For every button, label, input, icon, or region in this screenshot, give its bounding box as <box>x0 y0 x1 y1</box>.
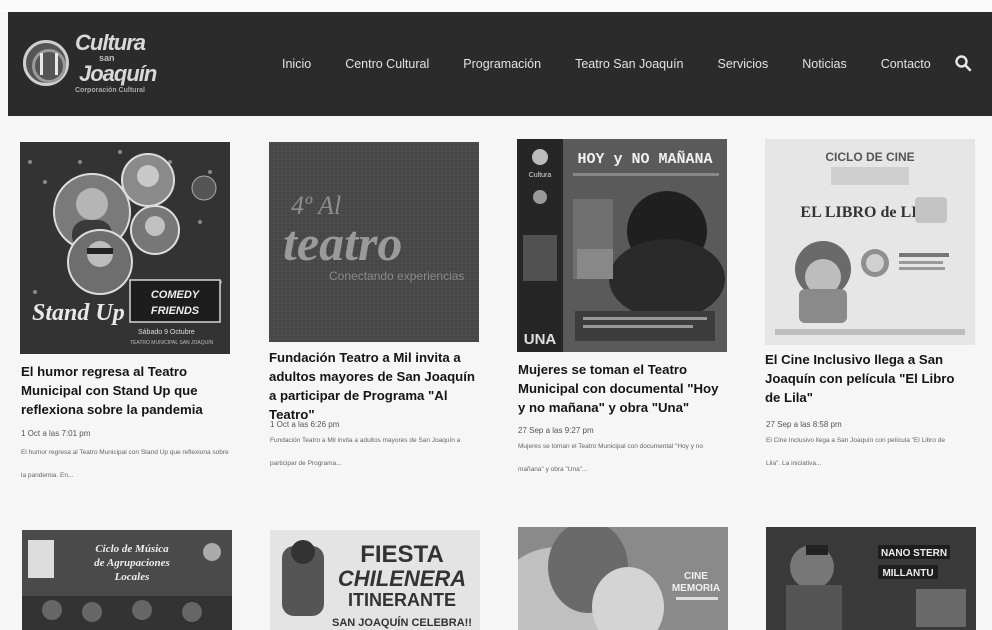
poster-text: HOY y NO MAÑANA <box>577 150 712 168</box>
svg-text:Cultura: Cultura <box>529 172 552 179</box>
post-date: 1 Oct a las 6:26 pm <box>270 420 340 429</box>
poster-text: Locales <box>114 571 150 583</box>
logo-text: Cultura san Joaquín Corporación Cultural <box>75 30 157 95</box>
logo-line: Corporación Cultural <box>75 87 146 94</box>
main-nav: Inicio Centro Cultural Programación Teat… <box>270 12 931 116</box>
post-thumbnail[interactable]: FIESTA CHILENERA ITINERANTE SAN JOAQUÍN … <box>270 530 480 630</box>
search-icon[interactable] <box>954 54 972 72</box>
post-thumbnail[interactable]: CINE MEMORIA <box>518 527 728 630</box>
post-title[interactable]: El Cine Inclusivo llega a San Joaquín co… <box>765 350 970 407</box>
poster-text: TEATRO MUNICIPAL SAN JOAQUÍN <box>130 339 214 346</box>
poster-text: CHILENERA <box>338 566 466 591</box>
post-thumbnail[interactable]: COMEDY FRIENDS Stand Up Sábado 9 Octubre… <box>20 142 230 354</box>
poster-text: UNA <box>524 331 557 348</box>
nav-item-servicios[interactable]: Servicios <box>718 57 769 71</box>
svg-text:FRIENDS: FRIENDS <box>151 305 200 317</box>
post-title[interactable]: El humor regresa al Teatro Municipal con… <box>21 362 231 419</box>
poster-text: Conectando experiencias <box>329 269 464 283</box>
post-excerpt: Mujeres se toman el Teatro Municipal con… <box>518 443 704 473</box>
poster-text: MILLANTU <box>882 568 933 579</box>
post-thumbnail[interactable]: 4º Al teatro Conectando experiencias <box>269 142 479 342</box>
poster-text: ITINERANTE <box>348 590 456 610</box>
post-title[interactable]: Fundación Teatro a Mil invita a adultos … <box>269 348 484 424</box>
svg-text:COMEDY: COMEDY <box>151 289 201 301</box>
nav-item-teatro-san-joaquin[interactable]: Teatro San Joaquín <box>575 57 683 71</box>
post-thumbnail[interactable]: CICLO DE CINE EL LIBRO de LILA <box>765 139 975 345</box>
poster-text: NANO STERN <box>881 548 947 559</box>
post-excerpt: Fundación Teatro a Mil invita a adultos … <box>270 437 461 467</box>
post-excerpt: El humor regresa al Teatro Municipal con… <box>21 449 229 479</box>
post-thumbnail[interactable]: Ciclo de Música de Agrupaciones Locales <box>22 530 232 630</box>
post-date: 1 Oct a las 7:01 pm <box>21 429 91 438</box>
poster-text: CINE <box>684 571 708 582</box>
post-title[interactable]: Mujeres se toman el Teatro Municipal con… <box>518 360 728 417</box>
post-excerpt: El Cine Inclusivo llega a San Joaquín co… <box>766 437 946 467</box>
nav-item-noticias[interactable]: Noticias <box>802 57 846 71</box>
site-logo[interactable]: Cultura san Joaquín Corporación Cultural <box>23 26 173 100</box>
post-date: 27 Sep a las 9:27 pm <box>518 426 594 435</box>
top-strip <box>0 0 992 12</box>
nav-item-centro-cultural[interactable]: Centro Cultural <box>345 57 429 71</box>
hoy-y-no-manana-poster: Cultura UNA HOY y NO MAÑANA <box>517 139 727 352</box>
musica-poster: Ciclo de Música de Agrupaciones Locales <box>22 530 232 630</box>
post-thumbnail[interactable]: Cultura UNA HOY y NO MAÑANA <box>517 139 727 352</box>
poster-text: Ciclo de Música <box>95 543 169 555</box>
nav-item-programacion[interactable]: Programación <box>463 57 541 71</box>
poster-text: de Agrupaciones <box>94 557 170 569</box>
poster-text: teatro <box>283 215 402 271</box>
poster-text: Stand Up <box>32 300 125 326</box>
poster-text: FIESTA <box>360 541 444 568</box>
logo-emblem-icon <box>23 40 69 86</box>
poster-text: MEMORIA <box>672 583 720 594</box>
post-date: 27 Sep a las 8:58 pm <box>766 420 842 429</box>
al-teatro-poster: 4º Al teatro Conectando experiencias <box>269 142 479 342</box>
poster-text: Sábado 9 Octubre <box>138 329 195 336</box>
post-thumbnail[interactable]: NANO STERN MILLANTU <box>766 527 976 630</box>
ciclo-de-cine-poster: CICLO DE CINE EL LIBRO de LILA <box>765 139 975 345</box>
nano-stern-poster: NANO STERN MILLANTU <box>766 527 976 630</box>
site-header: Cultura san Joaquín Corporación Cultural… <box>8 12 992 116</box>
logo-line: Cultura <box>75 30 146 55</box>
cine-memoria-poster: CINE MEMORIA <box>518 527 728 630</box>
standup-poster: COMEDY FRIENDS Stand Up Sábado 9 Octubre… <box>20 142 230 354</box>
nav-item-contacto[interactable]: Contacto <box>881 57 931 71</box>
logo-line: Joaquín <box>79 61 157 86</box>
poster-text: SAN JOAQUÍN CELEBRA!! <box>332 616 472 629</box>
nav-item-inicio[interactable]: Inicio <box>282 57 311 71</box>
fiesta-chilenera-poster: FIESTA CHILENERA ITINERANTE SAN JOAQUÍN … <box>270 530 480 630</box>
poster-text: CICLO DE CINE <box>825 150 914 164</box>
